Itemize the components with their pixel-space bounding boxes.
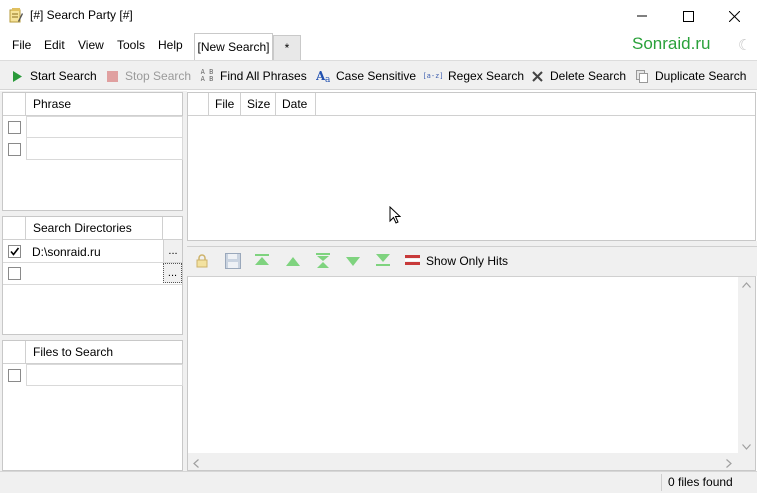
brand-label: Sonraid.ru bbox=[632, 34, 711, 53]
find-all-icon: A BA B bbox=[200, 68, 214, 83]
menu-tools[interactable]: Tools bbox=[117, 38, 145, 52]
column-date[interactable]: Date bbox=[276, 93, 316, 115]
phrase-header: Phrase bbox=[3, 93, 182, 116]
find-all-phrases-label: Find All Phrases bbox=[220, 69, 307, 83]
results-icon-column bbox=[188, 93, 209, 115]
directory-row-2-browse-button[interactable]: ... bbox=[163, 263, 182, 283]
delete-search-button[interactable]: Delete Search bbox=[530, 68, 626, 84]
directory-row-1-path[interactable]: D:\sonraid.ru bbox=[32, 245, 101, 259]
stop-icon bbox=[105, 69, 119, 83]
results-panel: File Size Date bbox=[187, 92, 756, 241]
minimize-button[interactable] bbox=[619, 0, 665, 32]
phrase-row-1-input[interactable] bbox=[26, 116, 183, 138]
scroll-right-icon[interactable] bbox=[726, 457, 732, 471]
case-icon: Aa bbox=[316, 69, 330, 83]
menu-help[interactable]: Help bbox=[158, 38, 183, 52]
directories-panel: Search Directories D:\sonraid.ru ... ... bbox=[2, 216, 183, 335]
go-up-icon[interactable] bbox=[285, 256, 301, 270]
maximize-button[interactable] bbox=[665, 0, 711, 32]
duplicate-icon bbox=[635, 69, 649, 83]
go-down-icon[interactable] bbox=[345, 256, 361, 270]
results-header: File Size Date bbox=[188, 93, 755, 116]
files-header: Files to Search bbox=[3, 341, 182, 364]
start-search-label: Start Search bbox=[30, 69, 97, 83]
regex-search-button[interactable]: [a-z] Regex Search bbox=[422, 68, 525, 84]
status-divider bbox=[661, 474, 662, 491]
lock-icon[interactable] bbox=[196, 254, 208, 271]
preview-pane[interactable] bbox=[187, 276, 756, 471]
files-column-header[interactable]: Files to Search bbox=[26, 341, 182, 363]
go-top-icon[interactable] bbox=[254, 254, 270, 271]
directory-row-2-checkbox[interactable] bbox=[8, 267, 21, 280]
close-button[interactable] bbox=[711, 0, 757, 32]
files-found-status: 0 files found bbox=[668, 475, 733, 489]
directories-column-header[interactable]: Search Directories bbox=[26, 217, 163, 239]
go-bottom-icon[interactable] bbox=[375, 254, 391, 271]
save-icon[interactable] bbox=[225, 253, 241, 272]
scrollbar-corner bbox=[738, 453, 755, 470]
menu-file[interactable]: File bbox=[12, 38, 31, 52]
delete-icon bbox=[530, 69, 544, 83]
duplicate-search-label: Duplicate Search bbox=[655, 69, 747, 83]
directories-check-column bbox=[3, 217, 26, 239]
scroll-left-icon[interactable] bbox=[193, 457, 199, 471]
tab-add[interactable]: * bbox=[273, 35, 301, 60]
files-row-1-input[interactable] bbox=[26, 364, 183, 386]
regex-icon: [a-z] bbox=[422, 72, 444, 80]
vertical-scrollbar[interactable] bbox=[738, 277, 755, 453]
files-check-column bbox=[3, 341, 26, 363]
status-bar: 0 files found bbox=[0, 471, 757, 493]
directory-row-2-input[interactable] bbox=[26, 262, 163, 284]
mouse-cursor-icon bbox=[389, 205, 402, 228]
stop-search-button[interactable]: Stop Search bbox=[105, 68, 191, 84]
scroll-up-icon[interactable] bbox=[742, 280, 751, 291]
phrase-row-2-checkbox[interactable] bbox=[8, 143, 21, 156]
moon-icon[interactable]: ☾ bbox=[738, 36, 751, 54]
menu-view[interactable]: View bbox=[78, 38, 104, 52]
row-divider bbox=[3, 284, 182, 285]
app-icon bbox=[9, 8, 23, 23]
directory-row-1-browse-button[interactable]: ... bbox=[163, 240, 182, 262]
find-all-phrases-button[interactable]: A BA B Find All Phrases bbox=[200, 68, 307, 84]
phrase-check-column bbox=[3, 93, 26, 115]
case-sensitive-label: Case Sensitive bbox=[336, 69, 417, 83]
directory-row-1-checkbox[interactable] bbox=[8, 245, 21, 258]
column-file[interactable]: File bbox=[209, 93, 241, 115]
regex-search-label: Regex Search bbox=[448, 69, 525, 83]
tab-new-search[interactable]: [New Search] bbox=[194, 33, 273, 60]
show-only-hits-button[interactable]: Show Only Hits bbox=[405, 254, 508, 268]
menu-edit[interactable]: Edit bbox=[44, 38, 65, 52]
play-icon bbox=[10, 69, 24, 83]
svg-text:a: a bbox=[325, 75, 330, 83]
phrase-row-1-checkbox[interactable] bbox=[8, 121, 21, 134]
case-sensitive-button[interactable]: Aa Case Sensitive bbox=[316, 68, 416, 84]
phrase-panel: Phrase bbox=[2, 92, 183, 211]
column-size[interactable]: Size bbox=[241, 93, 276, 115]
stop-search-label: Stop Search bbox=[125, 69, 192, 83]
scroll-down-icon[interactable] bbox=[742, 442, 751, 453]
hits-filter-icon bbox=[405, 254, 420, 269]
phrase-row-2-input[interactable] bbox=[26, 138, 183, 160]
delete-search-label: Delete Search bbox=[550, 69, 627, 83]
horizontal-scrollbar[interactable] bbox=[188, 453, 738, 470]
window-title: [#] Search Party [#] bbox=[30, 8, 133, 22]
files-panel: Files to Search bbox=[2, 340, 183, 471]
phrase-column-header[interactable]: Phrase bbox=[26, 93, 182, 115]
collapse-icon[interactable] bbox=[315, 253, 331, 272]
files-row-1-checkbox[interactable] bbox=[8, 369, 21, 382]
show-only-hits-label: Show Only Hits bbox=[426, 254, 509, 268]
start-search-button[interactable]: Start Search bbox=[10, 68, 97, 84]
directories-header: Search Directories bbox=[3, 217, 182, 240]
duplicate-search-button[interactable]: Duplicate Search bbox=[635, 68, 746, 84]
